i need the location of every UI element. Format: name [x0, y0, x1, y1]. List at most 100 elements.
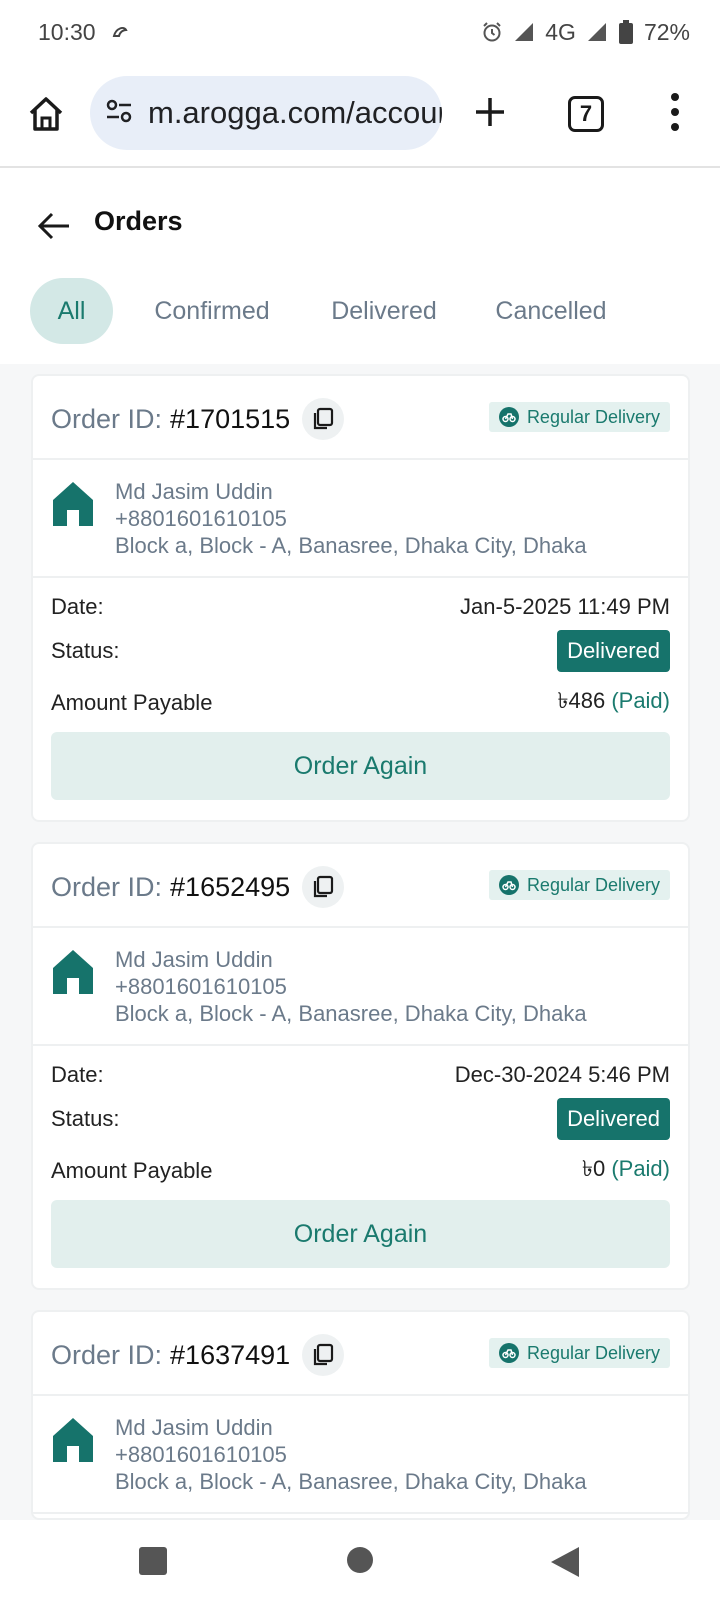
- order-card: Order ID: #1637491 Regular Delivery Md J…: [31, 1310, 690, 1520]
- date-label: Date:: [51, 594, 104, 619]
- date-label: Date:: [51, 1062, 104, 1087]
- recipient-phone: +8801601610105: [115, 974, 287, 999]
- order-id-value: #1652495: [170, 871, 291, 902]
- delivery-type-label: Regular Delivery: [526, 874, 660, 895]
- order-id-value: #1637491: [170, 1339, 291, 1370]
- menu-dot-icon: [671, 93, 679, 101]
- bike-icon: [498, 1343, 519, 1363]
- copy-icon: [314, 1343, 334, 1366]
- amount-label: Amount Payable: [51, 1157, 213, 1183]
- order-id: Order ID: #1701515: [51, 398, 345, 440]
- back-button[interactable]: [32, 204, 76, 248]
- copy-order-id-button[interactable]: [302, 1334, 345, 1376]
- order-card-header: Order ID: #1701515 Regular Delivery: [33, 376, 688, 460]
- tab-confirmed[interactable]: Confirmed: [142, 278, 282, 344]
- battery-icon: [618, 20, 634, 44]
- recipient-name: Md Jasim Uddin: [115, 479, 273, 504]
- page-title: Orders: [94, 206, 183, 236]
- shipping-address: Md Jasim Uddin +8801601610105 Block a, B…: [33, 460, 688, 578]
- order-id-label: Order ID:: [51, 1339, 163, 1370]
- bike-icon: [498, 875, 519, 895]
- order-card-header: Order ID: #1637491 Regular Delivery: [33, 1312, 688, 1396]
- status-label: Status:: [51, 1106, 120, 1131]
- order-id-label: Order ID:: [51, 403, 163, 434]
- plus-icon: [476, 98, 504, 126]
- shipping-address: Md Jasim Uddin +8801601610105 Block a, B…: [33, 928, 688, 1046]
- battery-percent: 72%: [643, 18, 690, 45]
- page-header: Orders: [0, 168, 720, 264]
- order-card: Order ID: #1652495 Regular Delivery Md J…: [31, 842, 690, 1290]
- amount-value: ৳0: [581, 1156, 606, 1181]
- status-badge: Delivered: [557, 630, 670, 672]
- browser-menu-button[interactable]: [652, 88, 698, 136]
- payment-status: (Paid): [611, 1156, 670, 1181]
- recipient-address: Block a, Block - A, Banasree, Dhaka City…: [115, 533, 587, 558]
- order-again-button[interactable]: Order Again: [51, 1200, 670, 1268]
- order-details: Date: Dec-30-2024 5:46 PM Status: Delive…: [33, 1046, 688, 1276]
- new-tab-button[interactable]: [466, 88, 514, 136]
- order-id-label: Order ID:: [51, 871, 163, 902]
- status-badge: Delivered: [557, 1098, 670, 1140]
- amount-row: Amount Payable ৳486 (Paid): [51, 684, 670, 721]
- house-icon: [51, 1416, 95, 1469]
- recipient-name: Md Jasim Uddin: [115, 1415, 273, 1440]
- date-row: Date: Dec-30-2024 5:46 PM: [51, 1062, 670, 1088]
- home-button[interactable]: [22, 90, 70, 138]
- amount-label: Amount Payable: [51, 689, 213, 715]
- order-details: Date: Jan-5-2025 11:49 PM Status: Delive…: [33, 578, 688, 808]
- house-icon: [51, 480, 95, 533]
- copy-icon: [314, 875, 334, 898]
- copy-order-id-button[interactable]: [302, 866, 345, 908]
- recipient-phone: +8801601610105: [115, 506, 287, 531]
- address-bar[interactable]: m.arogga.com/account/orders: [90, 76, 442, 150]
- amount-value-group: ৳0 (Paid): [582, 1152, 670, 1189]
- order-id-value: #1701515: [170, 403, 291, 434]
- status-label: Status:: [51, 638, 120, 663]
- shipping-address: Md Jasim Uddin +8801601610105 Block a, B…: [33, 1396, 688, 1514]
- home-nav-button[interactable]: [346, 1546, 374, 1574]
- recipient-address: Block a, Block - A, Banasree, Dhaka City…: [115, 1469, 587, 1494]
- tab-cancelled[interactable]: Cancelled: [478, 278, 624, 344]
- date-row: Date: Jan-5-2025 11:49 PM: [51, 594, 670, 620]
- menu-dot-icon: [671, 123, 679, 131]
- url-text: m.arogga.com/account/orders: [148, 95, 442, 130]
- menu-dot-icon: [671, 108, 679, 116]
- recent-apps-button[interactable]: [138, 1546, 168, 1576]
- recipient-name: Md Jasim Uddin: [115, 947, 273, 972]
- order-card-header: Order ID: #1652495 Regular Delivery: [33, 844, 688, 928]
- tab-delivered[interactable]: Delivered: [316, 278, 452, 344]
- browser-toolbar: m.arogga.com/account/orders 7: [0, 64, 720, 168]
- status-time: 10:30: [38, 18, 96, 45]
- home-icon: [29, 97, 63, 131]
- amount-row: Amount Payable ৳0 (Paid): [51, 1152, 670, 1189]
- amount-value-group: ৳486 (Paid): [558, 684, 670, 721]
- payment-status: (Paid): [611, 688, 670, 713]
- order-id: Order ID: #1652495: [51, 866, 345, 908]
- arrow-left-icon: [37, 212, 69, 240]
- system-navigation-bar: [0, 1520, 720, 1600]
- tab-switcher-button[interactable]: 7: [568, 96, 604, 132]
- status-bar: 10:30 4G 72%: [0, 0, 720, 64]
- signal-icon: [513, 21, 535, 43]
- order-id: Order ID: #1637491: [51, 1334, 345, 1376]
- alarm-icon: [481, 21, 503, 43]
- recipient-phone: +8801601610105: [115, 1442, 287, 1467]
- order-again-button[interactable]: Order Again: [51, 732, 670, 800]
- tab-all[interactable]: All: [30, 278, 113, 344]
- network-type: 4G: [545, 18, 576, 45]
- recipient-address: Block a, Block - A, Banasree, Dhaka City…: [115, 1001, 587, 1026]
- delivery-type-badge: Regular Delivery: [488, 870, 670, 900]
- triangle-back-icon: [551, 1547, 579, 1577]
- order-date: Dec-30-2024 5:46 PM: [454, 1062, 670, 1087]
- status-row: Status: Delivered: [51, 630, 670, 672]
- square-icon: [139, 1547, 167, 1575]
- back-nav-button[interactable]: [550, 1546, 580, 1578]
- order-filter-tabs: All Confirmed Delivered Cancelled: [0, 264, 720, 364]
- order-card: Order ID: #1701515 Regular Delivery Md J…: [31, 374, 690, 822]
- status-row: Status: Delivered: [51, 1098, 670, 1140]
- copy-order-id-button[interactable]: [302, 398, 345, 440]
- site-settings-icon[interactable]: [104, 96, 134, 131]
- app-notification-icon: [110, 22, 130, 42]
- screen: 10:30 4G 72% m.arogga.com/accou 7 Orders…: [0, 0, 720, 1600]
- delivery-type-badge: Regular Delivery: [488, 1338, 670, 1368]
